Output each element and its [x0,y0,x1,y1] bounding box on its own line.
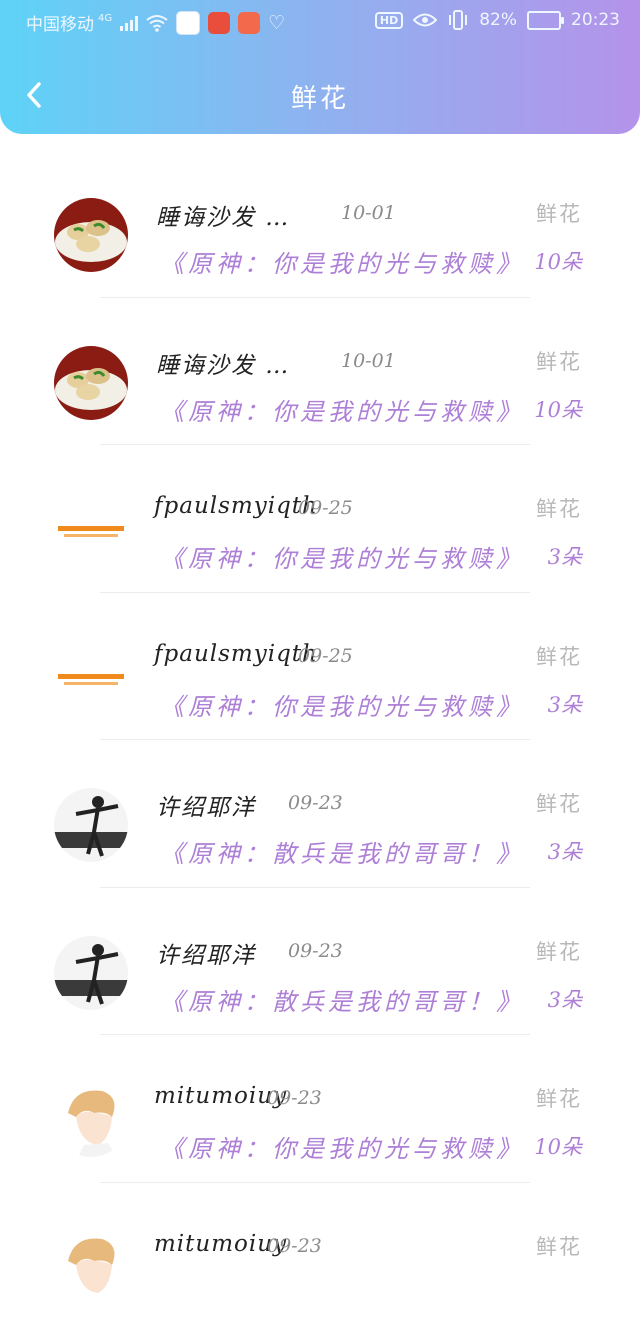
gift-type-label: 鲜花 [536,493,582,523]
record-date: 10-01 [341,202,396,224]
work-title[interactable]: 《原神：你是我的光与救赎》 [160,687,524,722]
user-name: 许绍耶洋 [156,788,256,822]
list-item[interactable]: 睡诲沙发 … 10-01 鲜花 《原神：你是我的光与救赎》 10朵 [0,298,640,446]
user-name: fpaulsmyiqth [154,641,318,667]
vibrate-icon [447,10,469,30]
gift-type-label: 鲜花 [536,1231,582,1261]
gift-type-label: 鲜花 [536,641,582,671]
wifi-icon [146,14,168,32]
record-date: 09-23 [288,792,343,814]
avatar [54,641,128,715]
user-name: 睡诲沙发 … [156,346,290,380]
record-date: 09-23 [267,1087,322,1109]
carrier-label: 中国移动 [26,10,94,35]
work-title[interactable]: 《原神：你是我的光与救赎》 [160,392,524,427]
user-name: 许绍耶洋 [156,936,256,970]
page-title: 鲜花 [0,78,640,115]
flower-count: 10朵 [534,246,582,276]
work-title[interactable]: 《原神：你是我的光与救赎》 [160,1129,524,1164]
avatar [54,788,128,862]
flower-count: 10朵 [534,394,582,424]
eye-icon [413,12,437,28]
gift-type-label: 鲜花 [536,1083,582,1113]
status-bar: 中国移动 4G ♡ HD 82% 20:23 [0,0,640,42]
bunny-app-icon [176,11,200,35]
record-date: 09-23 [267,1235,322,1257]
user-name: fpaulsmyiqth [154,493,318,519]
list-item[interactable]: fpaulsmyiqth 09-25 鲜花 《原神：你是我的光与救赎》 3朵 [0,593,640,741]
work-title[interactable]: 《原神：散兵是我的哥哥！》 [160,982,524,1017]
flower-count: 3朵 [548,689,582,719]
avatar [54,1083,128,1157]
network-type: 4G [102,13,112,33]
orange-app-icon [238,12,260,34]
record-date: 09-23 [288,940,343,962]
record-date: 09-25 [298,645,353,667]
red-app-icon [208,12,230,34]
avatar [54,493,128,567]
flower-count: 10朵 [534,1131,582,1161]
list-item[interactable]: mitumoiuy 09-23 鲜花 [0,1183,640,1330]
heart-health-icon: ♡ [268,12,285,34]
flower-count: 3朵 [548,541,582,571]
avatar [54,1231,128,1305]
flower-record-list: 睡诲沙发 … 10-01 鲜花 《原神：你是我的光与救赎》 10朵 睡诲沙发 …… [0,150,640,1330]
list-item[interactable]: 许绍耶洋 09-23 鲜花 《原神：散兵是我的哥哥！》 3朵 [0,888,640,1036]
avatar [54,198,128,272]
avatar [54,346,128,420]
hd-icon: HD [375,12,403,29]
gift-type-label: 鲜花 [536,198,582,228]
app-header: 中国移动 4G ♡ HD 82% 20:23 鲜花 [0,0,640,134]
user-name: 睡诲沙发 … [156,198,290,232]
flower-count: 3朵 [548,984,582,1014]
signal-icon [120,15,138,31]
work-title[interactable]: 《原神：散兵是我的哥哥！》 [160,834,524,869]
clock-time: 20:23 [571,10,620,30]
flower-count: 3朵 [548,836,582,866]
record-date: 10-01 [341,350,396,372]
list-item[interactable]: fpaulsmyiqth 09-25 鲜花 《原神：你是我的光与救赎》 3朵 [0,445,640,593]
list-item[interactable]: 睡诲沙发 … 10-01 鲜花 《原神：你是我的光与救赎》 10朵 [0,150,640,298]
work-title[interactable]: 《原神：你是我的光与救赎》 [160,244,524,279]
battery-icon [527,11,561,30]
gift-type-label: 鲜花 [536,936,582,966]
battery-percent: 82% [479,10,517,30]
gift-type-label: 鲜花 [536,346,582,376]
list-item[interactable]: mitumoiuy 09-23 鲜花 《原神：你是我的光与救赎》 10朵 [0,1035,640,1183]
gift-type-label: 鲜花 [536,788,582,818]
avatar [54,936,128,1010]
work-title[interactable]: 《原神：你是我的光与救赎》 [160,539,524,574]
record-date: 09-25 [298,497,353,519]
list-item[interactable]: 许绍耶洋 09-23 鲜花 《原神：散兵是我的哥哥！》 3朵 [0,740,640,888]
